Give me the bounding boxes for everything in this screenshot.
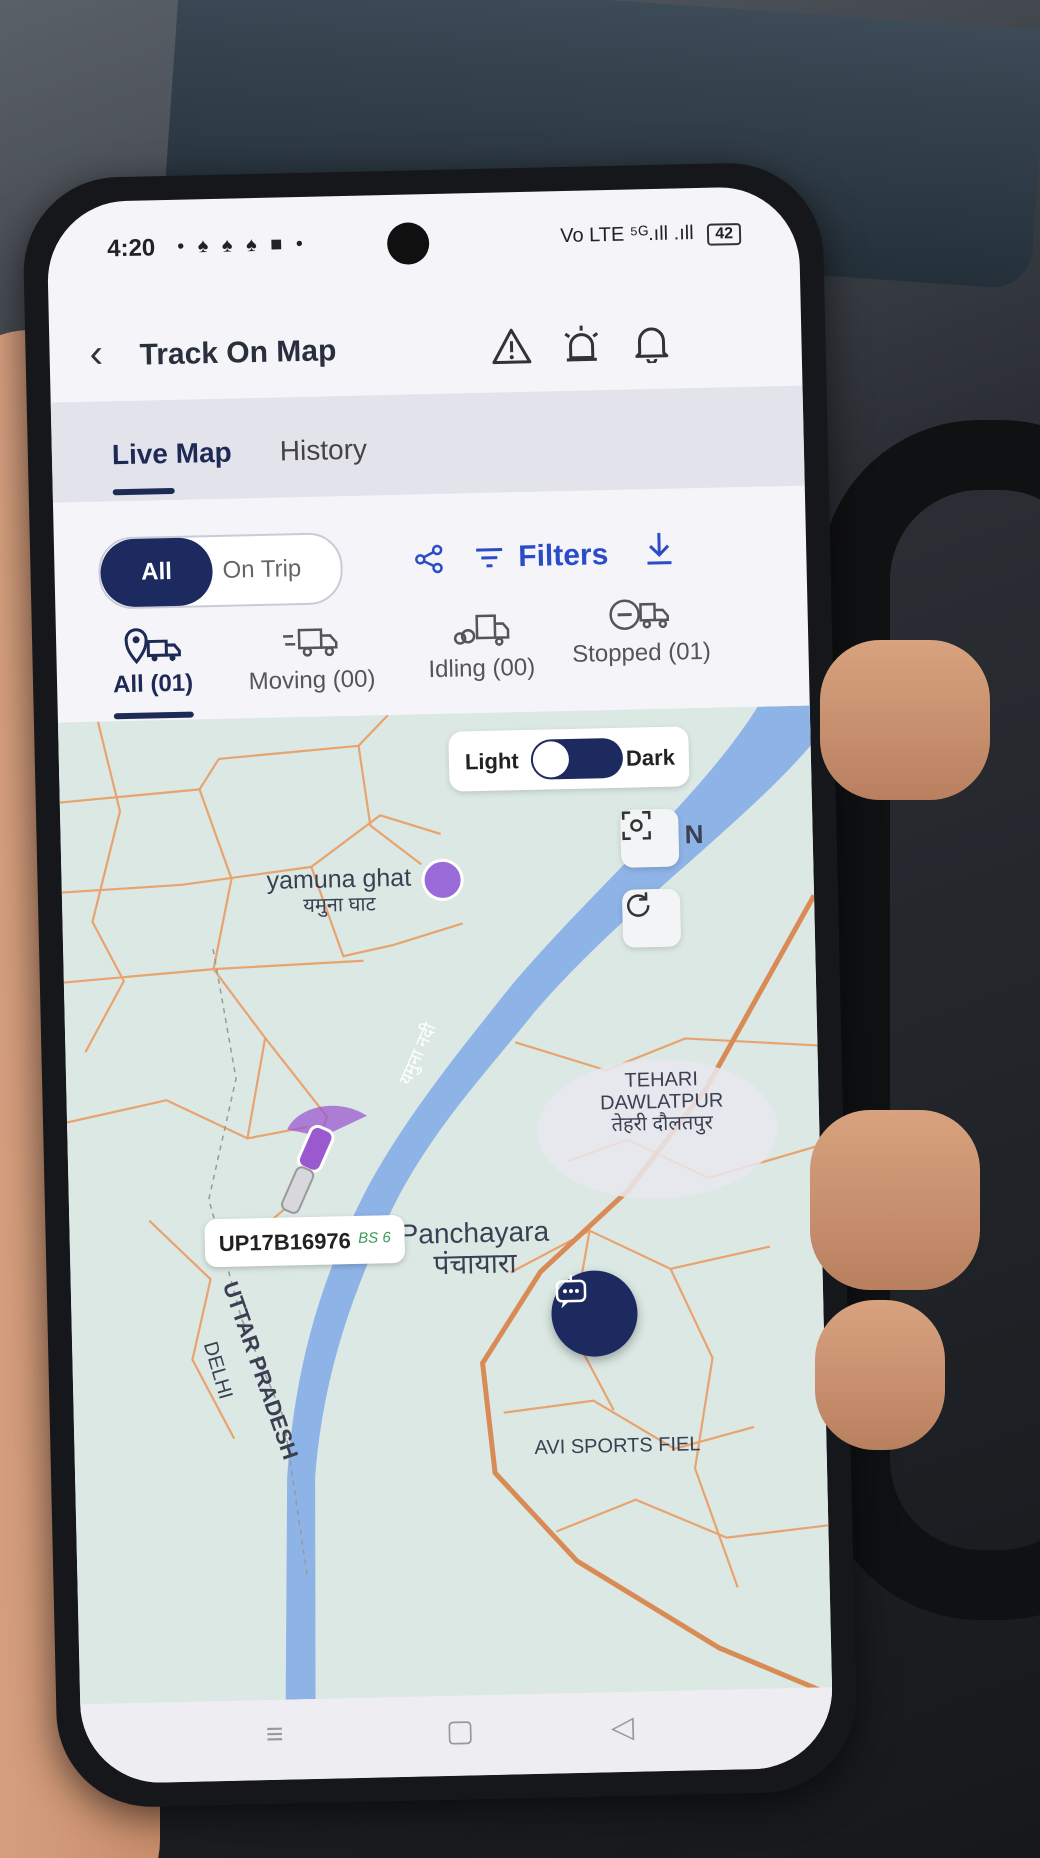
theme-switch[interactable]: [530, 737, 624, 780]
vehicle-status-categories: All (01) Moving (00) Idling (00) Stopped…: [56, 599, 810, 723]
app-header: ‹ Track On Map: [49, 296, 803, 403]
status-right: Vo LTE ⁵ᴳ.ıll .ıll 42: [559, 221, 742, 249]
status-time: 4:20: [106, 234, 156, 263]
map-theme-toggle[interactable]: Light Dark: [448, 726, 690, 792]
pin-truck-icon: [96, 619, 209, 672]
category-stopped-label: Stopped (01): [571, 637, 712, 668]
category-idling-label: Idling (00): [428, 653, 536, 684]
place-local-name: तेहरी दौलतपुर: [611, 1111, 714, 1137]
system-nav-bar: ≡ ▢ ◁: [80, 1687, 834, 1785]
category-stopped[interactable]: Stopped (01): [565, 588, 717, 669]
stopped-truck-icon: [565, 588, 716, 641]
tab-live-map[interactable]: Live Map: [112, 437, 233, 472]
download-icon[interactable]: [644, 531, 675, 573]
tab-history[interactable]: History: [279, 434, 367, 468]
status-bar: 4:20 • ♠ ♠ ♠ ■ • Vo LTE ⁵ᴳ.ıll .ıll 42: [47, 214, 800, 281]
warning-icon[interactable]: [489, 324, 534, 369]
switch-knob: [532, 741, 570, 778]
front-camera: [386, 222, 430, 266]
active-category-indicator: [113, 711, 194, 720]
tab-bar: Live Map History: [50, 385, 805, 503]
finger: [815, 1300, 945, 1450]
menu-icon[interactable]: ≡: [266, 1718, 284, 1752]
live-map[interactable]: Light Dark N yamuna ghat यमुना घाट TEHAR…: [57, 705, 833, 1705]
place-local-name: पंचायारा: [433, 1247, 517, 1281]
vehicle-label[interactable]: UP17B16976 BS 6: [204, 1214, 406, 1268]
filters-label: Filters: [517, 538, 609, 574]
place-name: TEHARI DAWLATPUR: [599, 1068, 724, 1115]
chevron-left-icon[interactable]: ‹: [89, 331, 103, 376]
finger: [820, 640, 990, 800]
signal-indicator: Vo LTE ⁵ᴳ.ıll .ıll: [559, 222, 694, 248]
light-label: Light: [464, 748, 519, 775]
notification-icons: • ♠ ♠ ♠ ■ •: [176, 232, 308, 258]
phone-screen: 4:20 • ♠ ♠ ♠ ■ • Vo LTE ⁵ᴳ.ıll .ıll 42 ‹…: [46, 185, 834, 1785]
place-avi-sports: AVI SPORTS FIEL: [534, 1433, 701, 1459]
alarm-siren-icon[interactable]: [559, 322, 604, 367]
filter-icon: [476, 547, 503, 568]
place-panchayara: Panchayara पंचायारा: [399, 1215, 550, 1282]
category-idling[interactable]: Idling (00): [405, 603, 557, 684]
dark-label: Dark: [625, 744, 676, 771]
segment-all-button[interactable]: All: [99, 537, 214, 608]
place-tehari-dawlatpur: TEHARI DAWLATPUR तेहरी दौलतपुर: [586, 1067, 737, 1136]
place-name: yamuna ghat: [266, 863, 412, 895]
map-canvas: [57, 705, 833, 1705]
category-moving-label: Moving (00): [248, 665, 376, 696]
recenter-focus-icon[interactable]: [620, 808, 680, 868]
place-local-name: यमुना घाट: [302, 892, 376, 917]
share-icon[interactable]: [414, 544, 445, 580]
home-square-icon[interactable]: ▢: [446, 1713, 475, 1749]
idling-truck-icon: [405, 603, 556, 656]
place-name: Panchayara: [399, 1215, 550, 1250]
emission-badge: BS 6: [358, 1229, 391, 1247]
refresh-icon[interactable]: [621, 888, 682, 948]
filters-button[interactable]: Filters: [474, 538, 609, 575]
back-triangle-icon[interactable]: ◁: [610, 1710, 635, 1746]
bell-icon[interactable]: [629, 321, 674, 366]
category-moving[interactable]: Moving (00): [236, 615, 388, 696]
active-tab-indicator: [112, 487, 175, 496]
moving-truck-icon: [236, 615, 387, 668]
finger: [810, 1110, 980, 1290]
page-title: Track On Map: [139, 334, 337, 372]
trip-segment-control: All On Trip: [97, 532, 344, 610]
category-all[interactable]: All (01): [96, 619, 210, 700]
segment-on-trip-button[interactable]: On Trip: [222, 555, 301, 585]
battery-icon: 42: [707, 222, 742, 246]
category-all-label: All (01): [112, 669, 194, 699]
phone: 4:20 • ♠ ♠ ♠ ■ • Vo LTE ⁵ᴳ.ıll .ıll 42 ‹…: [21, 161, 859, 1809]
vehicle-plate: UP17B16976: [218, 1228, 352, 1257]
place-yamuna-ghat: yamuna ghat यमुना घाट: [266, 863, 412, 918]
north-label: N: [684, 818, 704, 850]
